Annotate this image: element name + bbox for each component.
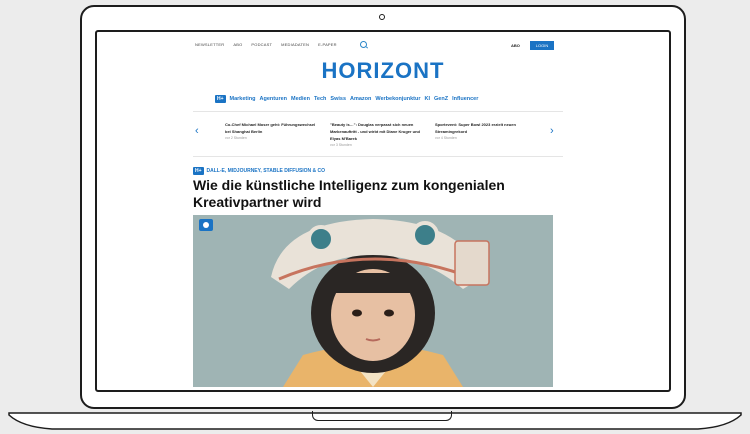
- category-item-influencer[interactable]: Influencer: [452, 96, 478, 102]
- category-item-ki[interactable]: KI: [425, 96, 431, 102]
- category-item-werbekonjunktur[interactable]: Werbekonjunktur: [375, 96, 420, 102]
- teaser-title: Co-Chef Michael Moser geht: Führungswech…: [225, 122, 316, 134]
- laptop-notch: [312, 411, 452, 421]
- topnav-podcast[interactable]: PODCAST: [251, 42, 272, 47]
- article-hero-image[interactable]: [193, 215, 553, 387]
- play-icon[interactable]: [199, 219, 213, 231]
- article-kicker: H+ DALL-E, MIDJOURNEY, STABLE DIFFUSION …: [193, 167, 325, 175]
- laptop-screen: NEWSLETTER ABO PODCAST MEDIADATEN E-PAPE…: [95, 30, 671, 392]
- category-item-swiss[interactable]: Swiss: [330, 96, 346, 102]
- search-icon[interactable]: [360, 41, 367, 48]
- topnav-mediadaten[interactable]: MEDIADATEN: [281, 42, 309, 47]
- teaser-date: vor 2 Stunden: [225, 136, 247, 140]
- login-button[interactable]: LOGIN: [530, 41, 554, 50]
- teaser-divider: [193, 156, 563, 157]
- teaser-item[interactable]: Sportevent: Super Bowl 2023 erzielt neue…: [435, 121, 528, 147]
- category-item-amazon[interactable]: Amazon: [350, 96, 371, 102]
- chevron-right-icon[interactable]: ›: [550, 125, 554, 137]
- kicker-text[interactable]: DALL-E, MIDJOURNEY, STABLE DIFFUSION & C…: [207, 168, 326, 174]
- abo-link[interactable]: ABO: [511, 43, 520, 48]
- teaser-item[interactable]: Co-Chef Michael Moser geht: Führungswech…: [225, 121, 318, 147]
- topnav-newsletter[interactable]: NEWSLETTER: [195, 42, 224, 47]
- category-item-medien[interactable]: Medien: [291, 96, 310, 102]
- article-headline[interactable]: Wie die künstliche Intelligenz zum konge…: [193, 177, 583, 211]
- topnav-epaper[interactable]: E-PAPER: [318, 42, 337, 47]
- webcam-icon: [379, 14, 385, 20]
- hplus-badge: H+: [193, 167, 204, 175]
- hero-illustration: [193, 215, 553, 387]
- teaser-title: Sportevent: Super Bowl 2023 erzielt neue…: [435, 122, 516, 134]
- teaser-title: "Beauty is…": Douglas verpasst sich neue…: [330, 122, 421, 141]
- category-item-tech[interactable]: Tech: [314, 96, 326, 102]
- category-item-agenturen[interactable]: Agenturen: [260, 96, 288, 102]
- category-navigation: H+ Marketing Agenturen Medien Tech Swiss…: [215, 95, 478, 103]
- top-navigation: NEWSLETTER ABO PODCAST MEDIADATEN E-PAPE…: [195, 42, 337, 47]
- teaser-date: vor 4 Stunden: [435, 136, 457, 140]
- teaser-carousel: Co-Chef Michael Moser geht: Führungswech…: [225, 121, 528, 147]
- chevron-left-icon[interactable]: ‹: [195, 125, 199, 137]
- category-item-marketing[interactable]: Marketing: [230, 96, 256, 102]
- teaser-date: vor 3 Stunden: [330, 143, 352, 147]
- category-item-genz[interactable]: GenZ: [434, 96, 448, 102]
- teaser-item[interactable]: "Beauty is…": Douglas verpasst sich neue…: [330, 121, 423, 147]
- topnav-abo[interactable]: ABO: [233, 42, 242, 47]
- site-logo[interactable]: HORIZONT: [97, 58, 669, 84]
- hplus-badge[interactable]: H+: [215, 95, 226, 103]
- nav-divider: [193, 111, 563, 112]
